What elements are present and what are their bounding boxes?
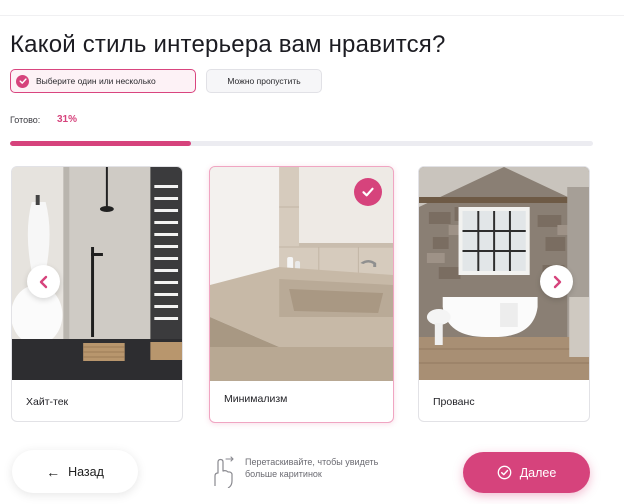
selected-check-icon [354, 178, 382, 206]
style-card-minimalism[interactable]: Минимализм [209, 166, 394, 423]
hand-swipe-icon [214, 456, 234, 488]
arrow-left-icon: ← [46, 463, 61, 480]
back-button[interactable]: ← Назад [12, 450, 138, 493]
drag-hint: Перетаскивайте, чтобы увидеть больше кар… [209, 456, 405, 488]
carousel-next-button[interactable] [540, 265, 573, 298]
progress-label: Готово: [10, 115, 41, 125]
chevron-right-icon [553, 275, 561, 288]
carousel-prev-button[interactable] [27, 265, 60, 298]
style-card-label: Хайт-тек [26, 396, 69, 408]
drag-hint-text: Перетаскивайте, чтобы увидеть больше кар… [245, 457, 379, 479]
next-button[interactable]: Далее [463, 452, 590, 493]
progress-fill [10, 141, 191, 146]
select-multiple-chip[interactable]: Выберите один или несколько [10, 69, 196, 93]
skip-label: Можно пропустить [227, 76, 301, 86]
check-icon [16, 74, 29, 88]
progress-bar [10, 141, 593, 146]
skip-chip[interactable]: Можно пропустить [206, 69, 322, 93]
back-label: Назад [68, 464, 104, 479]
progress-value: 31% [57, 114, 78, 125]
page-title: Какой стиль интерьера вам нравится? [10, 31, 446, 58]
check-circle-icon [497, 465, 512, 480]
style-card-label: Минимализм [224, 393, 288, 405]
style-card-label: Прованс [433, 396, 475, 408]
next-label: Далее [519, 465, 557, 480]
select-multiple-label: Выберите один или несколько [36, 76, 156, 86]
chevron-left-icon [39, 275, 47, 288]
top-divider [0, 15, 624, 16]
